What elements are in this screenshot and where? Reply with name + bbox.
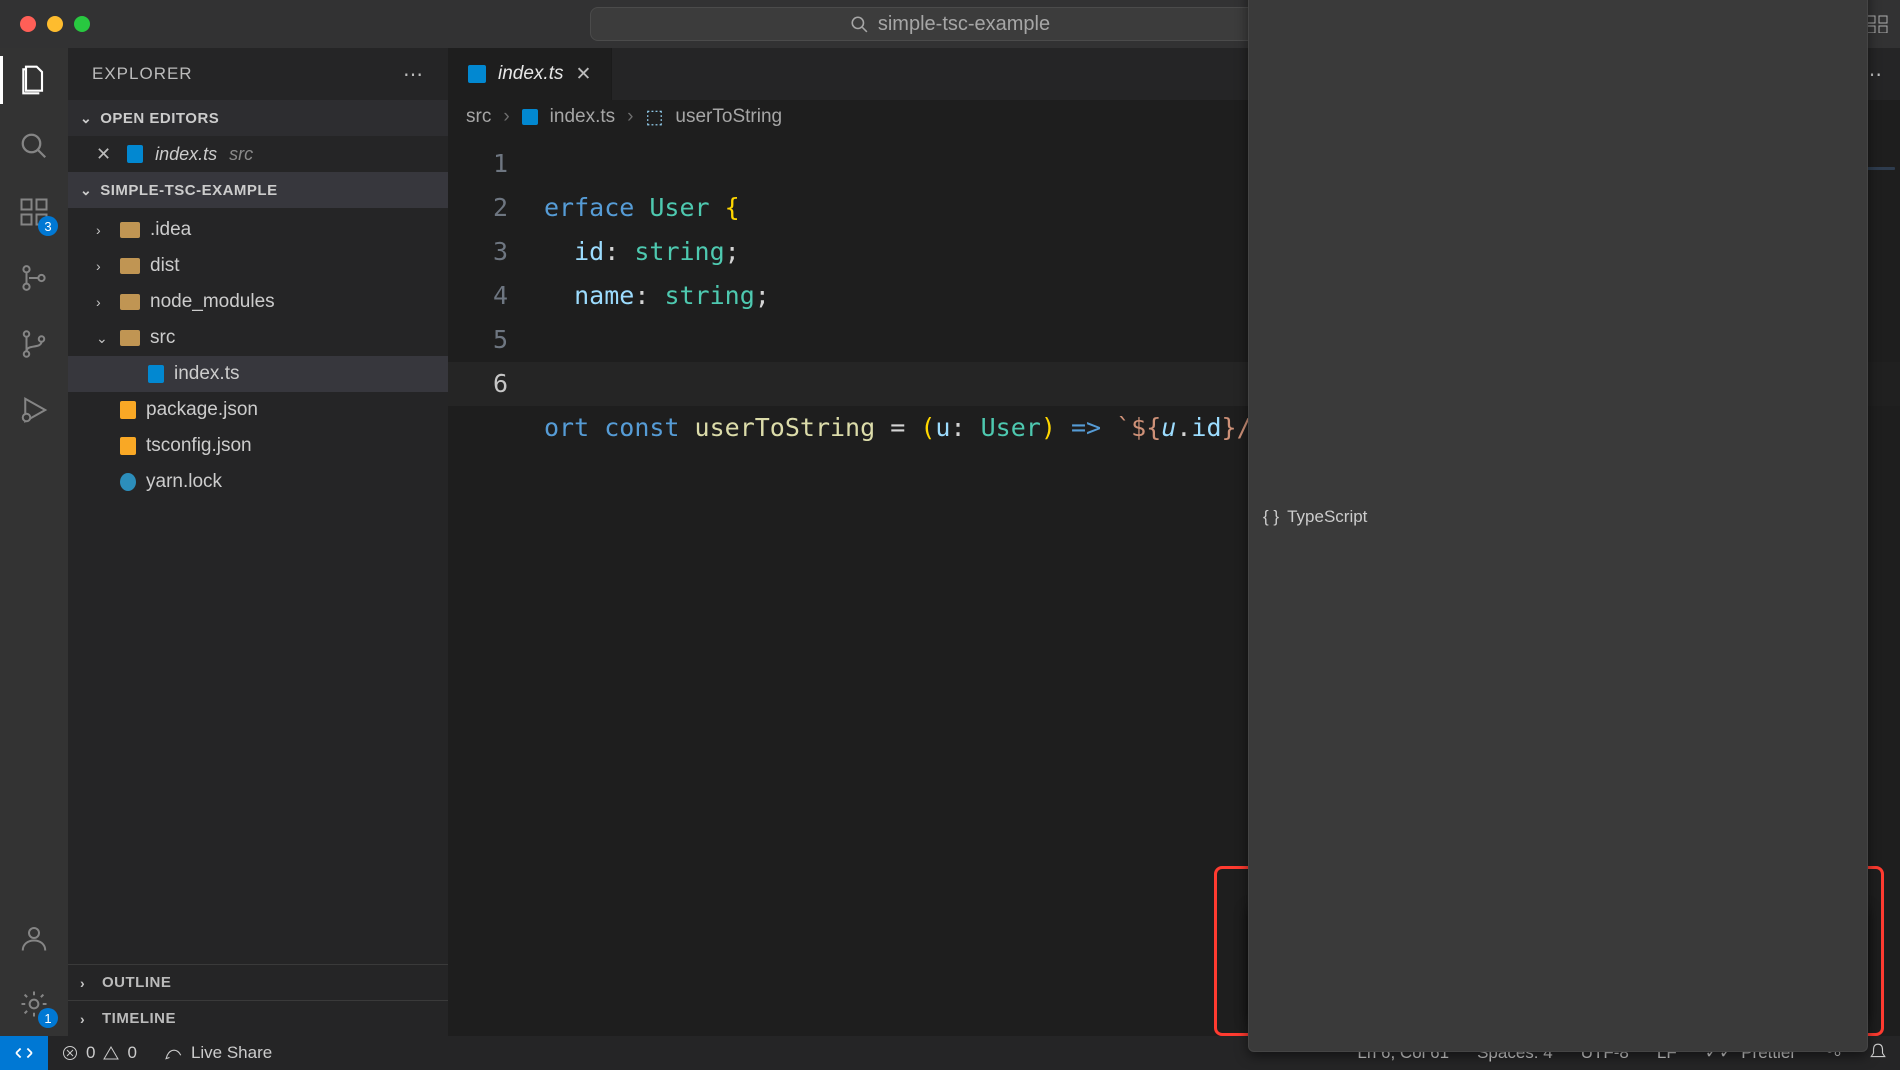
- sidebar-more-icon[interactable]: ⋯: [403, 62, 424, 87]
- open-editor-filename: index.ts: [155, 144, 217, 165]
- tree-label: tsconfig.json: [146, 435, 252, 457]
- tree-file-package-json[interactable]: package.json: [68, 392, 448, 428]
- accounts-icon[interactable]: [16, 920, 52, 956]
- search-icon[interactable]: [16, 128, 52, 164]
- chevron-down-icon: ⌄: [80, 110, 92, 127]
- tree-label: node_modules: [150, 291, 275, 313]
- open-editor-dir: src: [229, 144, 253, 165]
- json-file-icon: [120, 437, 136, 455]
- chevron-right-icon: ›: [627, 106, 633, 128]
- language-label: TypeScript: [1287, 507, 1367, 527]
- search-icon: [850, 15, 868, 33]
- tree-folder-node-modules[interactable]: › node_modules: [68, 284, 448, 320]
- typescript-file-icon: [522, 109, 538, 125]
- open-editors-label: OPEN EDITORS: [100, 110, 219, 127]
- open-editor-item[interactable]: ✕ index.ts src: [68, 136, 448, 172]
- symbol-icon: ⬚: [645, 106, 663, 129]
- breadcrumb-symbol[interactable]: userToString: [675, 106, 782, 128]
- chevron-right-icon: ›: [96, 258, 110, 274]
- warning-count: 0: [127, 1043, 136, 1063]
- tree-file-tsconfig-json[interactable]: tsconfig.json: [68, 428, 448, 464]
- tree-folder-dist[interactable]: › dist: [68, 248, 448, 284]
- error-count: 0: [86, 1043, 95, 1063]
- chevron-down-icon: ⌄: [96, 330, 110, 347]
- tab-label: index.ts: [498, 63, 563, 85]
- extensions-icon[interactable]: 3: [16, 194, 52, 230]
- folder-open-icon: [120, 330, 140, 346]
- folder-icon: [120, 258, 140, 274]
- line-gutter: 123456: [448, 134, 532, 406]
- chevron-right-icon: ›: [80, 975, 94, 991]
- chevron-right-icon: ›: [96, 294, 110, 310]
- tab-index-ts[interactable]: index.ts ✕: [448, 48, 612, 100]
- chevron-right-icon: ›: [503, 106, 509, 128]
- tree-label: index.ts: [174, 363, 239, 385]
- window-controls: [20, 16, 90, 32]
- breadcrumb-dir[interactable]: src: [466, 106, 491, 128]
- tree-label: src: [150, 327, 175, 349]
- chevron-right-icon: ›: [96, 222, 110, 238]
- explorer-sidebar: EXPLORER ⋯ ⌄ OPEN EDITORS ✕ index.ts src…: [68, 48, 448, 1036]
- customize-layout-icon[interactable]: [1866, 15, 1888, 33]
- activity-bar: 3 1: [0, 48, 68, 1036]
- outline-header[interactable]: › OUTLINE: [68, 964, 448, 1000]
- braces-icon: { }: [1263, 507, 1279, 527]
- folder-icon: [120, 222, 140, 238]
- tree-label: dist: [150, 255, 180, 277]
- remote-indicator[interactable]: [0, 1036, 48, 1070]
- warning-icon: [103, 1045, 119, 1061]
- tree-folder-idea[interactable]: › .idea: [68, 212, 448, 248]
- maximize-window-button[interactable]: [74, 16, 90, 32]
- timeline-label: TIMELINE: [102, 1010, 176, 1027]
- sidebar-header: EXPLORER ⋯: [68, 48, 448, 100]
- status-bar: 0 0 Live Share Ln 6, Col 61 Spaces: 4 UT…: [0, 1036, 1900, 1070]
- project-label: SIMPLE-TSC-EXAMPLE: [100, 182, 277, 199]
- extensions-badge: 3: [38, 216, 58, 236]
- tree-file-index-ts[interactable]: index.ts: [68, 356, 448, 392]
- minimize-window-button[interactable]: [47, 16, 63, 32]
- problems-status[interactable]: 0 0: [48, 1036, 151, 1070]
- breadcrumb-file[interactable]: index.ts: [550, 106, 615, 128]
- settings-badge: 1: [38, 1008, 58, 1028]
- live-share-icon: [165, 1046, 183, 1060]
- typescript-file-icon: [127, 145, 143, 163]
- json-file-icon: [120, 401, 136, 419]
- yarn-lock-icon: [120, 473, 136, 491]
- run-debug-icon[interactable]: [16, 392, 52, 428]
- tree-label: .idea: [150, 219, 191, 241]
- source-control-icon[interactable]: [16, 260, 52, 296]
- typescript-file-icon: [468, 65, 486, 83]
- typescript-file-icon: [148, 365, 164, 383]
- live-share-label: Live Share: [191, 1043, 272, 1063]
- close-icon[interactable]: ✕: [96, 144, 111, 165]
- close-window-button[interactable]: [20, 16, 36, 32]
- project-header[interactable]: ⌄ SIMPLE-TSC-EXAMPLE: [68, 172, 448, 208]
- timeline-header[interactable]: › TIMELINE: [68, 1000, 448, 1036]
- live-share-status[interactable]: Live Share: [151, 1036, 286, 1070]
- language-status[interactable]: { } TypeScript: [1248, 0, 1868, 1052]
- tree-file-yarn-lock[interactable]: yarn.lock: [68, 464, 448, 500]
- explorer-icon[interactable]: [16, 62, 52, 98]
- outline-label: OUTLINE: [102, 974, 171, 991]
- tree-label: yarn.lock: [146, 471, 222, 493]
- command-center[interactable]: simple-tsc-example: [590, 7, 1310, 41]
- git-branch-icon[interactable]: [16, 326, 52, 362]
- error-icon: [62, 1045, 78, 1061]
- folder-icon: [120, 294, 140, 310]
- settings-gear-icon[interactable]: 1: [16, 986, 52, 1022]
- chevron-down-icon: ⌄: [80, 182, 92, 199]
- close-tab-icon[interactable]: ✕: [575, 63, 591, 86]
- open-editors-header[interactable]: ⌄ OPEN EDITORS: [68, 100, 448, 136]
- chevron-right-icon: ›: [80, 1011, 94, 1027]
- command-center-text: simple-tsc-example: [878, 13, 1050, 36]
- tree-label: package.json: [146, 399, 258, 421]
- sidebar-title: EXPLORER: [92, 64, 193, 84]
- tree-folder-src[interactable]: ⌄ src: [68, 320, 448, 356]
- file-tree: › .idea › dist › node_modules ⌄ src index.ts…: [68, 208, 448, 500]
